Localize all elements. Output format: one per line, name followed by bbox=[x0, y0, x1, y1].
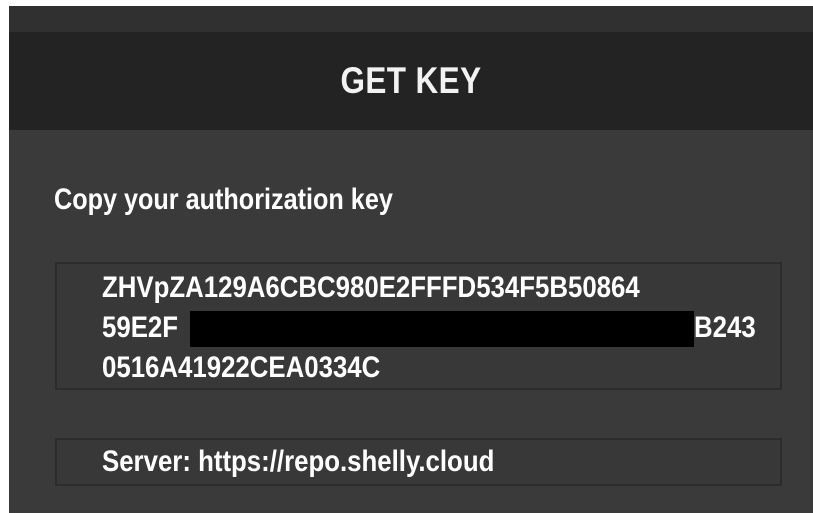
dialog-header: GET KEY bbox=[9, 32, 813, 130]
key-line-2-start: 59E2F bbox=[102, 311, 179, 344]
server-field[interactable]: Server: https://repo.shelly.cloud bbox=[55, 438, 782, 486]
top-strip bbox=[9, 6, 813, 32]
server-url-text: Server: https://repo.shelly.cloud bbox=[102, 445, 495, 478]
redaction-bar bbox=[190, 311, 694, 347]
key-line-1: ZHVpZA129A6CBC980E2FFFD534F5B50864 bbox=[102, 271, 640, 304]
dialog-title: GET KEY bbox=[340, 60, 482, 101]
get-key-dialog: GET KEY Copy your authorization key ZHVp… bbox=[9, 6, 813, 513]
instruction-label: Copy your authorization key bbox=[54, 183, 393, 216]
dialog-body: Copy your authorization key ZHVpZA129A6C… bbox=[9, 130, 813, 513]
key-line-3: 0516A41922CEA0334C bbox=[102, 351, 381, 384]
authorization-key-field[interactable]: ZHVpZA129A6CBC980E2FFFD534F5B50864 59E2F… bbox=[55, 262, 782, 390]
key-line-2-end: B243 bbox=[694, 311, 756, 344]
